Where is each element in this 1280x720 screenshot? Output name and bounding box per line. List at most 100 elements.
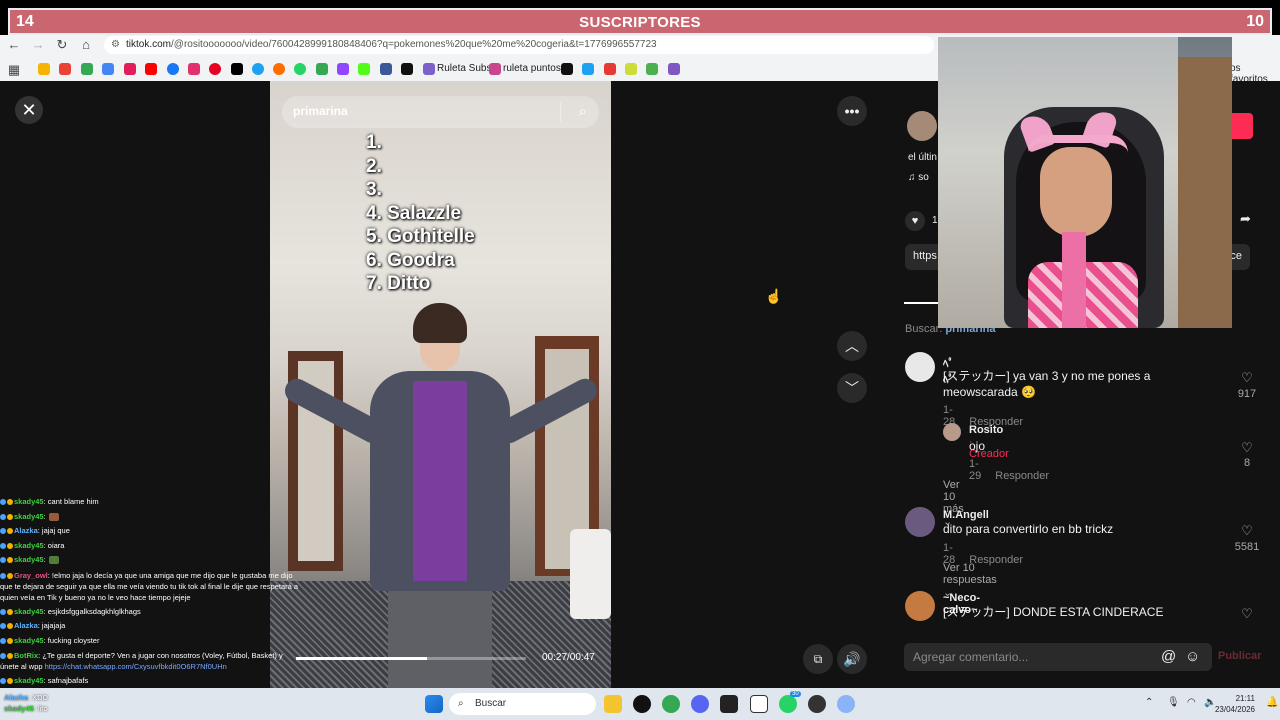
publish-button[interactable]: Publicar bbox=[1218, 650, 1261, 662]
bookmark-icon[interactable] bbox=[252, 63, 264, 75]
ranking-item: 1. bbox=[366, 132, 382, 153]
site-info-icon[interactable]: ⚙ bbox=[111, 36, 120, 54]
chevron-down-icon[interactable]: ﹀ bbox=[837, 373, 867, 403]
kick-icon[interactable] bbox=[358, 63, 370, 75]
pinterest-icon[interactable] bbox=[209, 63, 221, 75]
chatgpt-icon[interactable] bbox=[633, 695, 651, 713]
heart-icon[interactable]: ♡ bbox=[1232, 523, 1262, 539]
creator-avatar[interactable] bbox=[907, 111, 937, 141]
bookmark-icon[interactable] bbox=[81, 63, 93, 75]
chrome-icon[interactable] bbox=[662, 695, 680, 713]
chat-text: : bbox=[43, 555, 46, 564]
bookmark-icon[interactable] bbox=[380, 63, 392, 75]
comment-input[interactable]: Agregar comentario... @ ☺ bbox=[904, 643, 1212, 671]
chat-text: : bbox=[43, 511, 46, 521]
windows-start-icon[interactable] bbox=[425, 695, 443, 713]
bookmark-icon[interactable] bbox=[668, 63, 680, 75]
wifi-icon[interactable]: ◠ bbox=[1187, 697, 1196, 708]
chat-username: skady45 bbox=[14, 497, 44, 506]
bookmark-icon[interactable] bbox=[646, 63, 658, 75]
bookmark-ruleta-puntos[interactable]: ruleta puntos bbox=[503, 63, 561, 74]
clock[interactable]: 21:11 23/04/2026 bbox=[1215, 693, 1255, 715]
whatsapp-icon[interactable] bbox=[294, 63, 306, 75]
video-progress-bar[interactable] bbox=[296, 657, 526, 660]
instagram-icon[interactable] bbox=[188, 63, 200, 75]
settings-icon[interactable] bbox=[837, 695, 855, 713]
chat-badge-icon bbox=[7, 513, 13, 520]
volume-icon[interactable]: 🔊 bbox=[837, 644, 867, 674]
apps-grid-icon[interactable]: ▦ bbox=[6, 62, 22, 78]
bookmark-ruleta-subs[interactable]: Ruleta Subs bbox=[437, 63, 491, 74]
commenter-avatar[interactable] bbox=[905, 591, 935, 621]
bookmark-icon[interactable] bbox=[102, 63, 114, 75]
banner-right-count: 10 bbox=[1246, 13, 1264, 30]
link-text: https bbox=[913, 250, 937, 262]
bookmark-icon[interactable] bbox=[604, 63, 616, 75]
taskbar-search-label: Buscar bbox=[475, 698, 507, 709]
microphone-icon[interactable]: 🎙 bbox=[1167, 697, 1180, 708]
mention-icon[interactable]: @ bbox=[1161, 648, 1176, 665]
chevron-up-icon[interactable]: ⌃ bbox=[1145, 697, 1153, 708]
notion-icon[interactable] bbox=[750, 695, 768, 713]
chevron-up-icon[interactable]: ︿ bbox=[837, 331, 867, 361]
commenter-avatar[interactable] bbox=[905, 507, 935, 537]
heart-icon[interactable]: ♥ bbox=[905, 211, 925, 231]
obs-icon[interactable] bbox=[808, 695, 826, 713]
chat-badge-icon bbox=[0, 572, 6, 579]
forward-icon[interactable]: → bbox=[30, 37, 46, 53]
app-icon[interactable] bbox=[720, 695, 738, 713]
notifications-icon[interactable]: 🔔 bbox=[1266, 697, 1278, 708]
video-person bbox=[388, 581, 492, 688]
chat-badge-icon bbox=[7, 528, 13, 535]
miniplayer-icon[interactable]: ⧉ bbox=[803, 644, 833, 674]
chat-badge-icon bbox=[7, 572, 13, 579]
share-icon[interactable]: ➦ bbox=[1240, 211, 1251, 227]
commenter-avatar[interactable] bbox=[905, 352, 935, 382]
heart-icon[interactable]: ♡ bbox=[1232, 370, 1262, 386]
close-icon[interactable]: ✕ bbox=[15, 96, 43, 124]
notification-badge: 30 bbox=[790, 691, 801, 697]
chat-badge-icon bbox=[7, 623, 13, 630]
tiktok-icon[interactable] bbox=[231, 63, 243, 75]
address-bar[interactable]: ⚙ tiktok.com/@rositooooooo/video/7600428… bbox=[104, 36, 934, 54]
chat-text: : fucking cloyster bbox=[43, 635, 100, 645]
chat-badge-icon bbox=[0, 678, 6, 685]
reply-button[interactable]: Responder bbox=[995, 470, 1049, 482]
taskbar-search[interactable]: ⌕ Buscar bbox=[449, 693, 596, 715]
chat-badge-icon bbox=[7, 678, 13, 685]
facebook-icon[interactable] bbox=[167, 63, 179, 75]
heart-icon[interactable]: ♡ bbox=[1232, 440, 1262, 456]
twitch-icon[interactable] bbox=[337, 63, 349, 75]
drive-icon[interactable] bbox=[38, 63, 50, 75]
chat-badge-icon bbox=[0, 608, 6, 615]
bookmark-icon[interactable] bbox=[273, 63, 285, 75]
home-icon[interactable]: ⌂ bbox=[78, 37, 94, 53]
video-player[interactable]: primarina ⌕ 1. 2. 3. 4. Salazzle 5. Goth… bbox=[270, 81, 611, 688]
commenter-avatar[interactable] bbox=[943, 423, 961, 441]
gmail-icon[interactable] bbox=[59, 63, 71, 75]
bookmark-icon[interactable] bbox=[582, 63, 594, 75]
search-icon[interactable]: ⌕ bbox=[579, 103, 587, 120]
chat-text: : cant blame him bbox=[43, 497, 99, 506]
maps-icon[interactable] bbox=[316, 63, 328, 75]
chat-username: skady45 bbox=[4, 704, 34, 713]
sound-label[interactable]: ♫ so bbox=[908, 172, 929, 183]
slack-icon[interactable] bbox=[124, 63, 136, 75]
bookmark-icon[interactable] bbox=[561, 63, 573, 75]
commenter-name[interactable]: M.Angell bbox=[943, 509, 989, 521]
heart-icon[interactable]: ♡ bbox=[1232, 606, 1262, 622]
emoji-icon[interactable]: ☺ bbox=[1185, 648, 1200, 665]
video-search-bar[interactable]: primarina ⌕ bbox=[282, 96, 599, 128]
copy-link-label[interactable]: ce bbox=[1230, 250, 1242, 262]
whatsapp-icon[interactable] bbox=[779, 695, 797, 713]
back-icon[interactable]: ← bbox=[6, 37, 22, 53]
chat-link[interactable]: https://chat.whatsapp.com/Cxysuvfbkdit0O… bbox=[45, 662, 227, 671]
comments-tab-indicator[interactable] bbox=[904, 302, 938, 304]
more-options-icon[interactable]: ••• bbox=[837, 96, 867, 126]
bookmark-icon[interactable] bbox=[625, 63, 637, 75]
youtube-icon[interactable] bbox=[145, 63, 157, 75]
reload-icon[interactable]: ↻ bbox=[54, 37, 70, 53]
file-explorer-icon[interactable] bbox=[604, 695, 622, 713]
bookmark-icon[interactable] bbox=[401, 63, 413, 75]
discord-icon[interactable] bbox=[691, 695, 709, 713]
